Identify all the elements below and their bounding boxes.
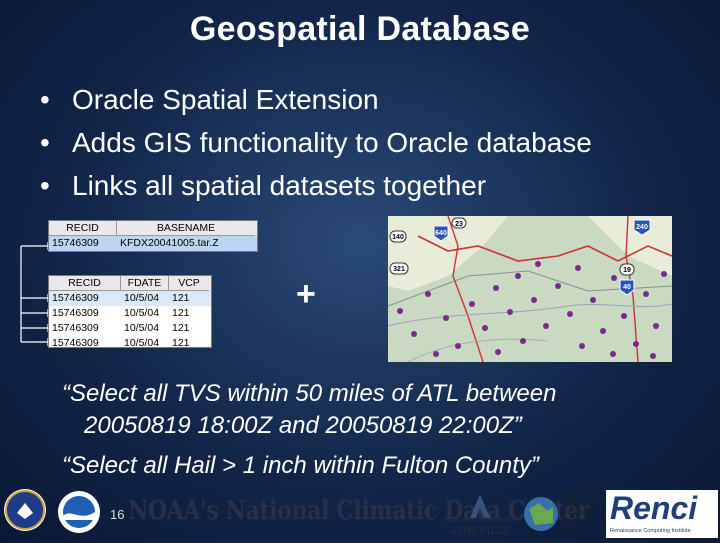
noaa-logo: [57, 490, 101, 534]
bullet-list: • Oracle Spatial Extension • Adds GIS func…: [40, 78, 592, 207]
nemac-logo: National Environmental Modeling & Analys…: [523, 491, 603, 537]
svg-text:19: 19: [623, 267, 631, 274]
highway-shield: 140: [389, 230, 407, 243]
svg-text:640: 640: [435, 230, 447, 237]
svg-text:140: 140: [392, 234, 404, 241]
query-example-2: “Select all Hail > 1 inch within Fulton …: [62, 452, 539, 479]
table-header: RECID FDATE VCP: [49, 276, 211, 291]
column-header[interactable]: BASENAME: [117, 221, 255, 236]
table-row[interactable]: 15746309 10/5/04 121: [49, 321, 211, 336]
plus-sign: +: [296, 275, 316, 313]
map-canvas: 640 140 40 19 240 23 321: [388, 216, 672, 362]
column-header[interactable]: FDATE: [121, 276, 169, 291]
highway-shield: 23: [451, 217, 467, 229]
svg-text:23: 23: [455, 221, 463, 228]
highway-shield: 19: [619, 263, 635, 276]
column-header[interactable]: VCP: [169, 276, 209, 291]
unc-asheville-logo: University of North Carolina ASHEVILLE: [440, 490, 520, 538]
column-header[interactable]: RECID: [49, 221, 117, 236]
fdate-table: RECID FDATE VCP 15746309 10/5/04 121 157…: [48, 275, 212, 348]
slide-title: Geospatial Database: [189, 10, 531, 48]
page-number: 16: [110, 507, 125, 522]
table-row[interactable]: 15746309 10/5/04 121: [49, 336, 211, 347]
basename-table: RECID BASENAME 15746309 KFDX20041005.tar…: [48, 220, 258, 252]
table-header: RECID BASENAME: [49, 221, 257, 236]
highway-shield: 321: [389, 262, 409, 275]
table-row[interactable]: 15746309 10/5/04 121: [49, 291, 211, 306]
table-row[interactable]: 15746309 KFDX20041005.tar.Z: [49, 236, 257, 251]
table-connector-lines: [20, 241, 52, 347]
bullet-item: • Adds GIS functionality to Oracle databa…: [40, 127, 592, 158]
bullet-item: • Links all spatial datasets together: [40, 170, 487, 201]
bullet-item: • Oracle Spatial Extension: [40, 84, 379, 115]
table-row[interactable]: 15746309 10/5/04 121: [49, 306, 211, 321]
svg-text:40: 40: [623, 284, 631, 291]
query-example-1-continued: 20050819 18:00Z and 20050819 22:00Z”: [84, 412, 522, 439]
renci-logo: Renci Renaissance Computing Institute: [606, 490, 718, 538]
query-example-1: “Select all TVS within 50 miles of ATL b…: [62, 380, 557, 407]
gis-map[interactable]: 640 140 40 19 240 23 321: [388, 216, 672, 362]
svg-text:240: 240: [636, 224, 648, 231]
doc-seal-logo: [4, 489, 46, 531]
column-header[interactable]: RECID: [49, 276, 121, 291]
svg-text:321: 321: [393, 266, 405, 273]
